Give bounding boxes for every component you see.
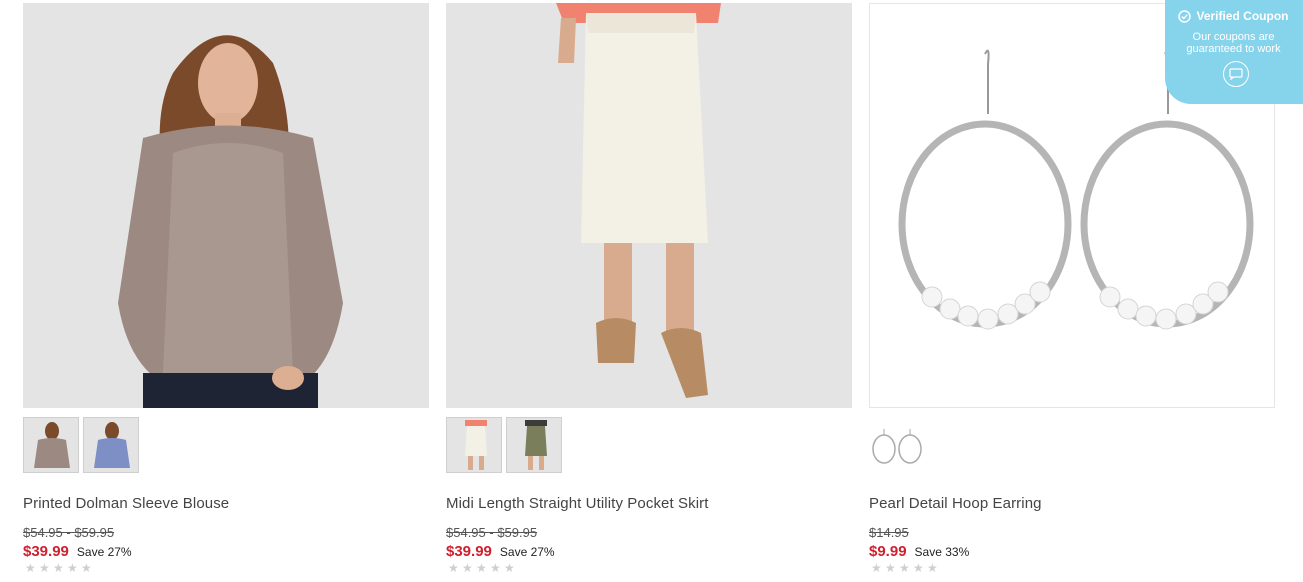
product-title[interactable]: Printed Dolman Sleeve Blouse <box>23 495 229 512</box>
coupon-header: Verified Coupon <box>1157 9 1303 23</box>
chat-bubble-icon[interactable] <box>1223 61 1249 87</box>
star-icon: ★ <box>913 561 924 575</box>
original-price: $14.95 <box>869 525 909 540</box>
star-icon: ★ <box>67 561 78 575</box>
sale-price: $39.99 <box>23 543 69 560</box>
thumbnail-strip <box>23 417 139 473</box>
product-image[interactable] <box>23 3 429 408</box>
product-title[interactable]: Pearl Detail Hoop Earring <box>869 495 1042 512</box>
star-icon: ★ <box>504 561 515 575</box>
sale-price: $39.99 <box>446 543 492 560</box>
thumbnail-1[interactable] <box>446 417 502 473</box>
thumbnail-1[interactable] <box>869 417 925 473</box>
price-row: $39.99 Save 27% <box>23 543 132 560</box>
thumbnail-2[interactable] <box>83 417 139 473</box>
save-percent: Save 33% <box>914 545 970 559</box>
save-percent: Save 27% <box>499 545 555 559</box>
star-icon: ★ <box>462 561 473 575</box>
coupon-subtitle: Our coupons are guaranteed to work <box>1157 31 1303 55</box>
coupon-subtitle-line: Our coupons are <box>1192 31 1275 43</box>
sale-price: $9.99 <box>869 543 907 560</box>
star-icon: ★ <box>871 561 882 575</box>
price-row: $9.99 Save 33% <box>869 543 969 560</box>
star-icon: ★ <box>927 561 938 575</box>
thumbnail-1[interactable] <box>23 417 79 473</box>
star-icon: ★ <box>885 561 896 575</box>
star-icon: ★ <box>81 561 92 575</box>
rating-stars: ★ ★ ★ ★ ★ <box>448 561 515 575</box>
star-icon: ★ <box>53 561 64 575</box>
skirt-model-image <box>446 3 852 408</box>
blouse-model-image <box>23 3 429 408</box>
price-row: $39.99 Save 27% <box>446 543 555 560</box>
star-icon: ★ <box>899 561 910 575</box>
product-card[interactable]: Printed Dolman Sleeve Blouse $54.95 - $5… <box>23 3 429 574</box>
original-price: $54.95 - $59.95 <box>446 525 538 540</box>
coupon-title: Verified Coupon <box>1196 9 1289 23</box>
thumbnail-strip <box>869 417 925 473</box>
check-circle-icon <box>1178 9 1192 23</box>
coupon-subtitle-line: guaranteed to work <box>1186 43 1281 55</box>
rating-stars: ★ ★ ★ ★ ★ <box>25 561 92 575</box>
star-icon: ★ <box>476 561 487 575</box>
star-icon: ★ <box>490 561 501 575</box>
save-percent: Save 27% <box>76 545 132 559</box>
star-icon: ★ <box>448 561 459 575</box>
verified-coupon-badge[interactable]: Verified Coupon Our coupons are guarante… <box>1165 0 1303 104</box>
star-icon: ★ <box>25 561 36 575</box>
star-icon: ★ <box>39 561 50 575</box>
original-price: $54.95 - $59.95 <box>23 525 115 540</box>
product-title[interactable]: Midi Length Straight Utility Pocket Skir… <box>446 495 709 512</box>
product-image[interactable] <box>446 3 852 408</box>
product-card[interactable]: Midi Length Straight Utility Pocket Skir… <box>446 3 852 574</box>
thumbnail-strip <box>446 417 562 473</box>
rating-stars: ★ ★ ★ ★ ★ <box>871 561 938 575</box>
thumbnail-2[interactable] <box>506 417 562 473</box>
